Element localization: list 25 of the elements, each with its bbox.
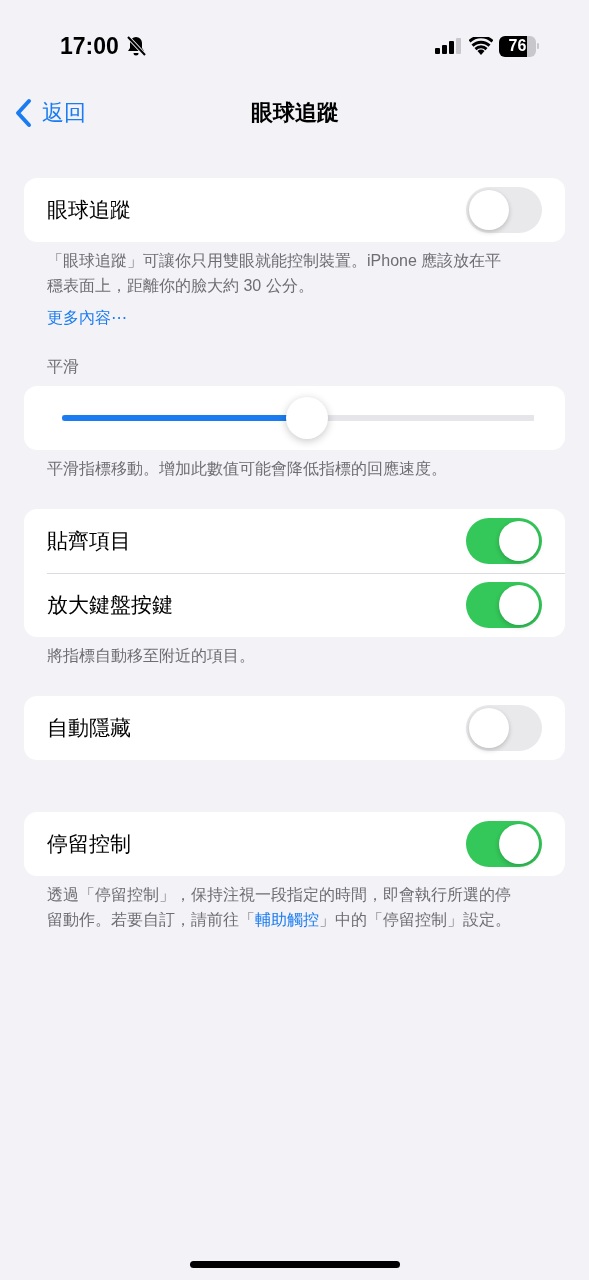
footer-text: 「眼球追蹤」可讓你只用雙眼就能控制裝置。iPhone 應該放在平穩表面上，距離你的臉大約 30 公分。 [46,251,503,296]
section-header: 平滑 [46,357,80,377]
setting-label: 貼齊項目 [47,528,131,554]
setting-label: 自動隱藏 [47,715,131,741]
signal-icon [435,38,463,54]
page-title: 眼球追蹤 [250,99,339,127]
toggle-switch[interactable] [466,821,542,867]
toggle-switch[interactable] [466,187,542,233]
back-button[interactable]: 返回 [0,98,86,128]
setting-label: 停留控制 [47,831,131,857]
more-link[interactable]: 更多內容⋯ [24,298,565,329]
setting-label: 眼球追蹤 [47,197,131,223]
slider-thumb[interactable] [286,397,329,439]
status-time: 17:00 [60,32,119,60]
battery-icon: 76 [499,35,539,57]
footer-text: 平滑指標移動。增加此數值可能會降低指標的回應速度。 [46,459,448,479]
footer-text: 透過「停留控制」，保持注視一段指定的時間，即會執行所選的停留動作。若要自訂，請前往「輔助觸控」中的「停留控制」設定。 [46,885,512,930]
wifi-icon [469,37,493,55]
back-chevron-icon [14,98,32,128]
toggle-switch[interactable] [466,582,542,628]
assistive-touch-link[interactable]: 輔助觸控 [255,911,319,928]
toggle-switch[interactable] [466,705,542,751]
footer-text: 將指標自動移至附近的項目。 [46,646,256,666]
toggle-switch[interactable] [466,518,542,564]
setting-label: 放大鍵盤按鍵 [47,592,173,618]
